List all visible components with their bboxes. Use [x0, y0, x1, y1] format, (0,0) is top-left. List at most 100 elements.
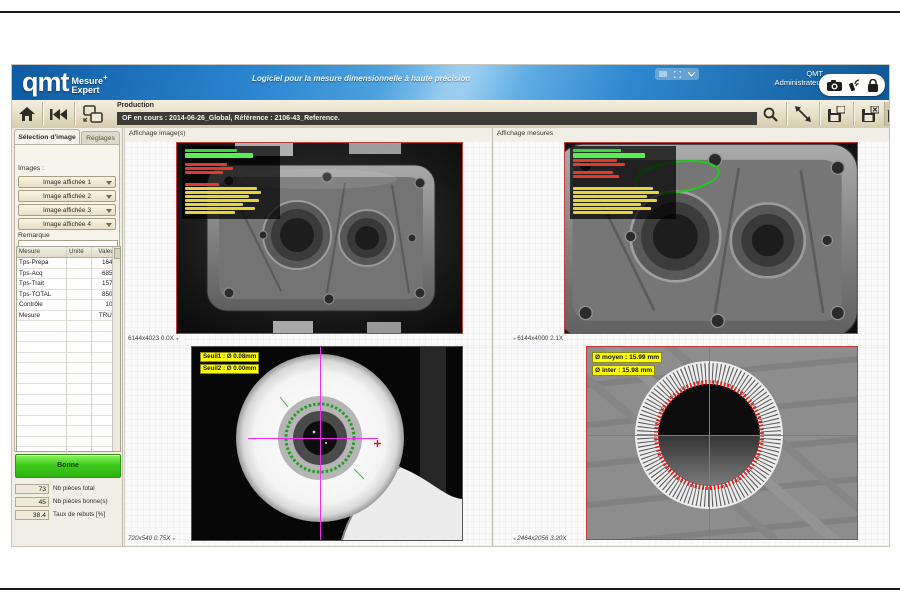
table-row-empty	[17, 321, 120, 332]
diameter-badge-mean: Ø moyen : 15.99 mm	[592, 352, 662, 363]
scrollbar-thumb[interactable]	[114, 248, 121, 259]
stat-value: 73	[15, 484, 49, 494]
window-controls[interactable]	[655, 68, 699, 80]
search-icon	[763, 107, 778, 122]
scroll-arrow-icon[interactable]: ◂	[172, 536, 175, 542]
viewport-canvas-bottom-left[interactable]: Seuil1 : Ø 0.08mm Seuil2 : Ø 0.00mm 720x…	[125, 346, 491, 546]
scroll-arrow-icon[interactable]: ◂	[513, 536, 516, 542]
logo-qmt-text: qmt	[22, 66, 69, 99]
crosshair-horizontal	[248, 438, 378, 439]
overlay-text-line	[185, 149, 237, 152]
measure-table[interactable]: Mesure Unité Valeur Tps-Prépa1642 Tps-Ac…	[16, 246, 121, 452]
overlay-text-line	[185, 211, 235, 214]
workflow-icon	[83, 105, 103, 123]
tab-label: Sélection d'image	[18, 134, 76, 141]
fullscreen-icon[interactable]	[674, 71, 681, 78]
chevron-down-icon[interactable]	[688, 72, 695, 77]
threshold-badges: Seuil1 : Ø 0.08mm Seuil2 : Ø 0.00mm	[200, 352, 259, 376]
lock-icon[interactable]	[868, 79, 878, 92]
search-button[interactable]	[757, 102, 783, 126]
overlay-text-line	[573, 153, 645, 158]
table-row[interactable]: MesureTRUE	[17, 311, 120, 322]
camera-image-4[interactable]: Ø moyen : 15.99 mm Ø inter : 15.98 mm	[586, 346, 858, 540]
col-header-mesure[interactable]: Mesure	[17, 247, 67, 257]
workflow-button[interactable]	[80, 102, 106, 126]
overlay-text-line	[573, 199, 657, 202]
crosshair-vertical	[709, 347, 710, 539]
camera-image-1[interactable]	[176, 142, 463, 334]
save-as-button[interactable]	[857, 102, 883, 126]
stat-label: Nb pièces total	[53, 485, 95, 492]
skip-back-button[interactable]	[45, 102, 71, 126]
scroll-arrow-icon[interactable]: ◂	[513, 336, 516, 342]
stat-label: Taux de rebuts [%]	[53, 511, 105, 518]
sidebar: Sélection d'image Réglages Images : Imag…	[12, 128, 123, 546]
overlay-text-line	[185, 163, 227, 166]
overlay-text-line	[185, 207, 255, 210]
tab-reglages[interactable]: Réglages	[81, 131, 120, 144]
crosshair-vertical	[320, 347, 321, 540]
app-window: qmt Mesure+ Expert Logiciel pour la mesu…	[12, 65, 889, 546]
viewport-canvas-bottom-right[interactable]: Ø moyen : 15.99 mm Ø inter : 15.98 mm ◂ …	[493, 346, 889, 546]
image-select-4[interactable]: Image affichée 4	[18, 218, 116, 230]
resize-arrows-icon	[795, 106, 811, 122]
chevron-down-icon	[106, 209, 112, 213]
table-row[interactable]: Tps-Acq6851	[17, 269, 120, 280]
tab-selection-image[interactable]: Sélection d'image	[14, 129, 80, 144]
overlay-text-line	[573, 163, 625, 166]
diameter-badges: Ø moyen : 15.99 mm Ø inter : 15.98 mm	[592, 352, 662, 378]
overlay-text-line	[573, 171, 613, 174]
home-icon	[19, 107, 35, 121]
stat-value: 38.4	[15, 510, 49, 520]
table-row[interactable]: Tps-TOTAL8502	[17, 290, 120, 301]
overlay-text-line	[185, 171, 223, 174]
table-scrollbar[interactable]	[112, 247, 120, 451]
image-select-2[interactable]: Image affichée 2	[18, 190, 116, 202]
camera-image-2[interactable]	[564, 142, 858, 334]
overlay-text-line	[185, 191, 261, 194]
toolbar-separator	[74, 102, 75, 126]
zoom-level-label: ◂ 6144x4000 2.1X	[513, 335, 563, 342]
stat-total-pieces: 73 Nb pièces total	[15, 484, 121, 495]
save-button[interactable]	[823, 102, 849, 126]
overlay-text-line	[573, 159, 617, 162]
table-row-empty	[17, 353, 120, 364]
page-bottom-rule	[0, 588, 900, 590]
table-row-empty	[17, 384, 120, 395]
table-row-empty	[17, 395, 120, 406]
col-header-unite[interactable]: Unité	[67, 247, 92, 257]
app-tagline: Logiciel pour la mesure dimensionnelle à…	[252, 74, 470, 83]
image-select-3[interactable]: Image affichée 3	[18, 204, 116, 216]
part-good-button[interactable]: Bonne	[15, 454, 121, 478]
stat-value: 45	[15, 497, 49, 507]
fit-zoom-button[interactable]	[790, 102, 816, 126]
threshold-badge-1: Seuil1 : Ø 0.08mm	[200, 352, 259, 362]
viewport-canvas-top-left[interactable]: 6144x4023 0.0X ◂	[125, 141, 491, 346]
menu-icon[interactable]	[659, 71, 667, 77]
home-button[interactable]	[14, 102, 40, 126]
scroll-arrow-icon[interactable]: ◂	[176, 336, 179, 342]
camera-image-3[interactable]: Seuil1 : Ø 0.08mm Seuil2 : Ø 0.00mm	[191, 346, 463, 541]
camera-icon[interactable]	[827, 80, 842, 91]
chevron-down-icon	[106, 195, 112, 199]
skip-back-icon	[50, 109, 67, 120]
right-column-title: Affichage mesures	[497, 130, 553, 137]
image-select-1[interactable]: Image affichée 1	[18, 176, 116, 188]
overlay-text-line	[185, 187, 257, 190]
overlay-text-line	[573, 195, 647, 198]
overlay-text-line	[185, 167, 233, 170]
table-row-empty	[17, 342, 120, 353]
table-row[interactable]: Tps-Trait1571	[17, 279, 120, 290]
remark-label: Remarque	[18, 232, 50, 239]
crosshair-horizontal	[587, 435, 857, 436]
save-as-icon	[862, 106, 879, 122]
report-button[interactable]	[884, 102, 889, 126]
table-row[interactable]: Tps-Prépa1642	[17, 258, 120, 269]
chevron-down-icon	[106, 223, 112, 227]
stat-label: Nb pièces bonne(s)	[53, 498, 108, 505]
table-row[interactable]: Contrôle101	[17, 300, 120, 311]
stat-scrap-rate: 38.4 Taux de rebuts [%]	[15, 510, 121, 521]
remote-signal-icon[interactable]	[849, 79, 861, 91]
zoom-level-label: 6144x4023 0.0X ◂	[128, 335, 178, 342]
viewport-canvas-top-right[interactable]: ◂ 6144x4000 2.1X	[493, 141, 889, 346]
